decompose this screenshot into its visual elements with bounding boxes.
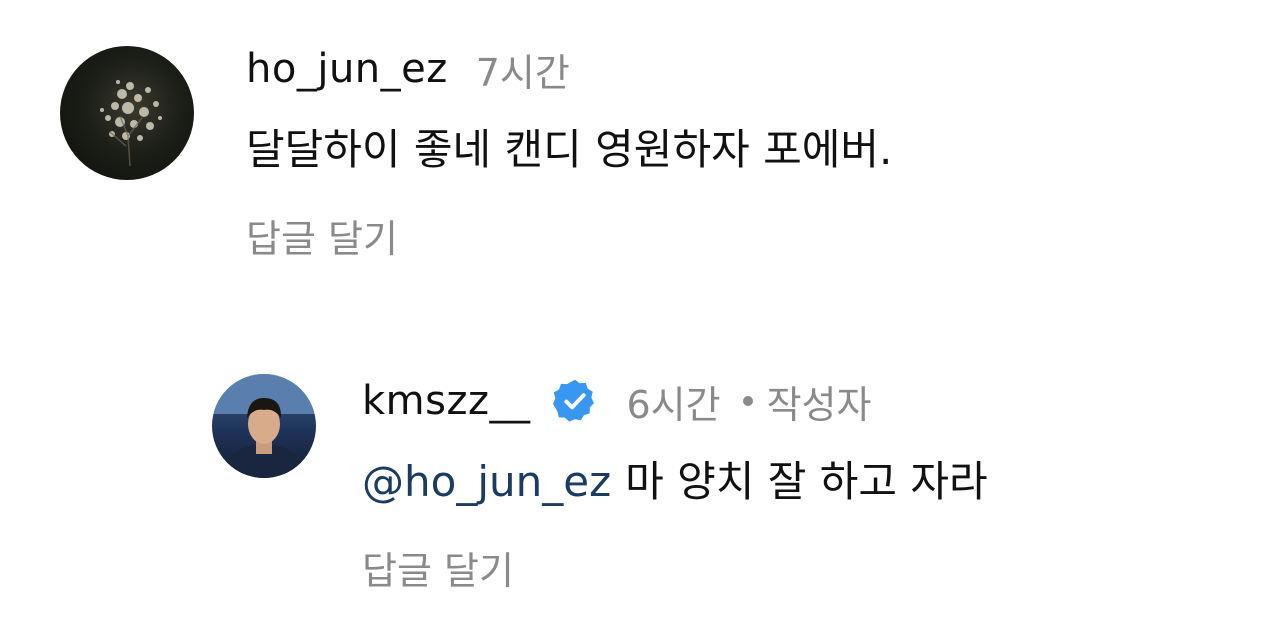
reply-button[interactable]: 답글 달기 — [362, 540, 988, 595]
comment-text: @ho_jun_ez 마 양치 잘 하고 자라 — [362, 454, 988, 510]
reply-comment: kmszz__ 6시간 작성자 @ho_jun_ez 마 양치 잘 하고 자라 답… — [212, 370, 988, 595]
comment-meta: ho_jun_ez 7시간 — [246, 38, 892, 100]
comment-meta: kmszz__ 6시간 작성자 — [362, 370, 988, 432]
avatar-image — [212, 374, 316, 478]
comment-text-body: 마 양치 잘 하고 자라 — [625, 457, 988, 506]
comment-text: 달달하이 좋네 캔디 영원하자 포에버. — [246, 125, 893, 174]
comment: ho_jun_ez 7시간 달달하이 좋네 캔디 영원하자 포에버. 답글 달기 — [60, 38, 892, 263]
avatar[interactable] — [60, 46, 194, 180]
timestamp: 6시간 — [626, 382, 721, 427]
separator-dot — [742, 396, 753, 406]
avatar[interactable] — [212, 374, 316, 478]
username[interactable]: kmszz__ — [362, 378, 530, 424]
comment-body: ho_jun_ez 7시간 달달하이 좋네 캔디 영원하자 포에버. 답글 달기 — [246, 38, 892, 263]
reply-button[interactable]: 답글 달기 — [246, 208, 892, 263]
username[interactable]: ho_jun_ez — [246, 46, 448, 92]
verified-badge-icon — [552, 378, 598, 424]
comment-body: kmszz__ 6시간 작성자 @ho_jun_ez 마 양치 잘 하고 자라 답… — [362, 370, 988, 595]
author-tag: 작성자 — [766, 382, 872, 427]
avatar-image — [100, 80, 162, 167]
timestamp: 7시간 — [475, 50, 570, 95]
mention-link[interactable]: @ho_jun_ez — [362, 457, 611, 506]
